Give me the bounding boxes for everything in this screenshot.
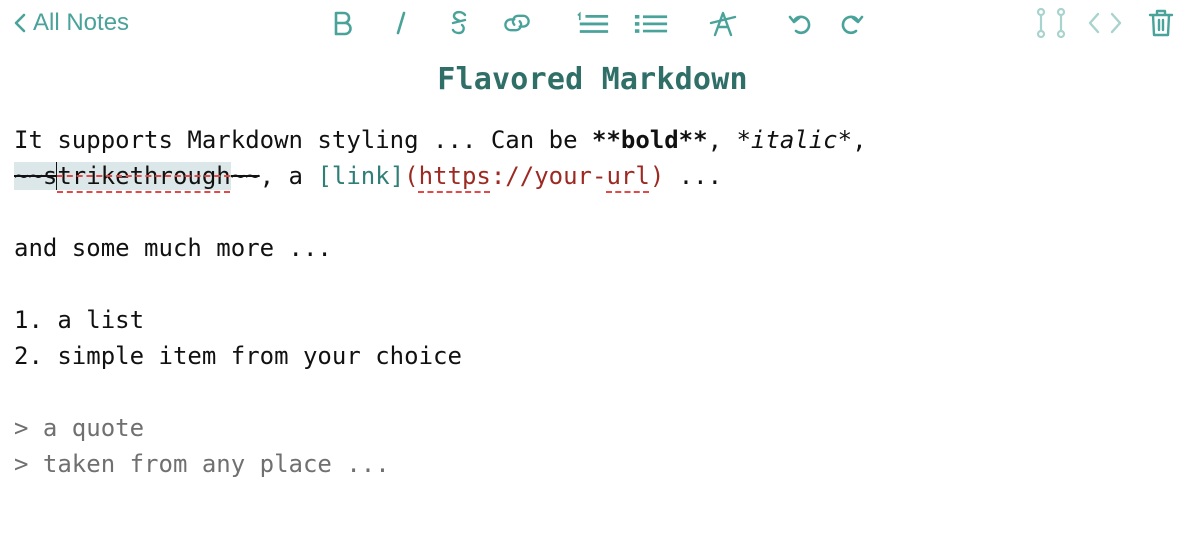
undo-button[interactable]: [782, 6, 816, 40]
delete-note-button[interactable]: [1144, 6, 1178, 40]
clear-format-icon: [709, 11, 737, 37]
split-view-button[interactable]: [1034, 6, 1068, 40]
list-item: 2. simple item from your choice: [14, 342, 462, 370]
note-title[interactable]: Flavored Markdown: [0, 62, 1185, 97]
editor-line-3: and some much more ...: [14, 234, 332, 262]
quote-line: > a quote: [14, 414, 145, 442]
toolbar: All Notes: [0, 0, 1200, 50]
line1-comma: ,: [852, 126, 867, 154]
editor-line-1: It supports Markdown styling ... Can be …: [14, 122, 1184, 158]
quote-line: > taken from any place ...: [14, 450, 390, 478]
strikethrough-button[interactable]: [442, 6, 476, 40]
link-icon: [504, 14, 530, 32]
url-scheme: https: [418, 162, 491, 190]
split-view-icon: [1036, 7, 1066, 39]
redo-icon: [841, 15, 864, 35]
url-middle: ://your-: [490, 162, 607, 190]
bold-icon: [334, 11, 352, 36]
line2-suffix: ...: [664, 162, 723, 190]
list-item: 1. a list: [14, 306, 145, 334]
strikethrough-icon: [451, 10, 467, 35]
markdown-editor[interactable]: It supports Markdown styling ... Can be …: [14, 122, 1184, 482]
line1-prefix: It supports Markdown styling ... Can be: [14, 126, 592, 154]
ordered-list-icon: [577, 11, 609, 33]
strike-open-text: ~~s: [14, 162, 58, 190]
line2-middle: , a: [259, 162, 318, 190]
italic-markdown: *italic*: [736, 126, 853, 154]
clear-format-button[interactable]: [706, 6, 740, 40]
unordered-list-icon: [634, 14, 668, 33]
undo-icon: [788, 15, 811, 35]
url-paren-open: (: [404, 162, 419, 190]
link-text-markdown: [link]: [317, 162, 405, 190]
code-view-button[interactable]: [1088, 6, 1122, 40]
bold-button[interactable]: [326, 6, 360, 40]
unordered-list-button[interactable]: [634, 6, 668, 40]
italic-button[interactable]: [384, 6, 418, 40]
url-path: url: [606, 162, 650, 190]
line1-separator: ,: [707, 126, 737, 154]
chevron-left-icon: [14, 13, 26, 33]
url-paren-close: ): [649, 162, 665, 190]
strikethrough-markdown: trikethrough: [57, 162, 231, 190]
strike-open-selected: ~~s: [14, 162, 58, 190]
back-to-all-notes-button[interactable]: All Notes: [14, 8, 129, 38]
bold-markdown: **bold**: [591, 126, 708, 154]
trash-icon: [1148, 9, 1174, 37]
code-view-icon: [1088, 12, 1122, 34]
back-label: All Notes: [33, 9, 130, 36]
link-button[interactable]: [500, 6, 534, 40]
editor-line-2: ~~strikethrough~~, a [link](https://your…: [14, 158, 1184, 194]
strike-close: ~~: [230, 162, 260, 190]
redo-button[interactable]: [836, 6, 870, 40]
ordered-list-button[interactable]: [576, 6, 610, 40]
italic-icon: [396, 11, 406, 35]
